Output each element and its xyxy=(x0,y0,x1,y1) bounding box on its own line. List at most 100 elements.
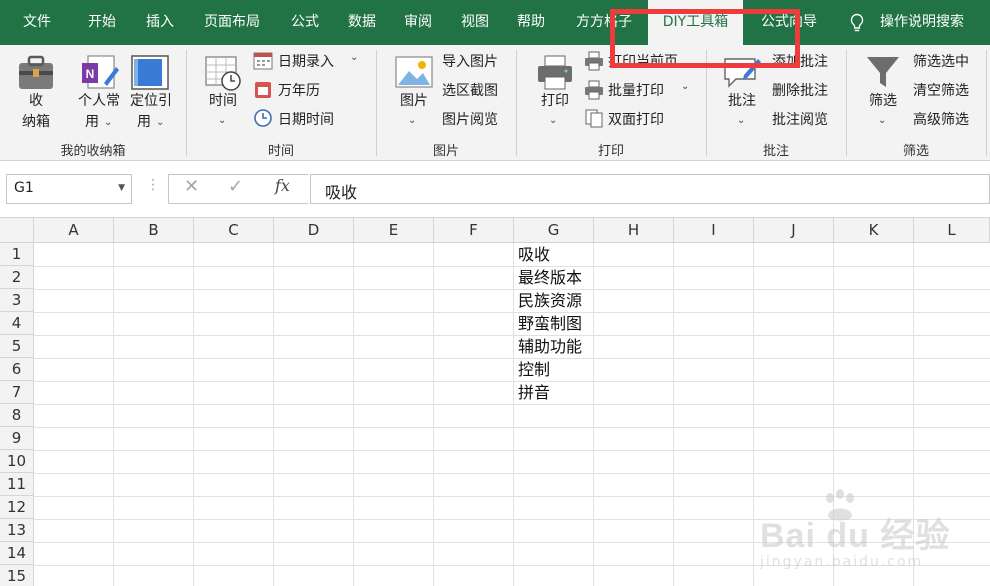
perpetual-calendar-icon xyxy=(255,82,271,98)
column-header-i[interactable]: I xyxy=(674,218,754,243)
locate-button-label-1[interactable]: 定位引 xyxy=(126,91,176,112)
print-current-page-button[interactable]: 打印当前页 xyxy=(608,51,678,71)
tab-review[interactable]: 审阅 xyxy=(394,0,442,45)
cancel-icon[interactable]: ✕ xyxy=(184,176,199,197)
cell-g1[interactable]: 吸收 xyxy=(514,243,594,266)
row-header[interactable]: 10 xyxy=(0,450,34,473)
personal-dropdown-icon[interactable]: ⌄ xyxy=(104,117,112,128)
calendar-clock-icon xyxy=(205,56,241,91)
tab-file[interactable]: 文件 xyxy=(13,0,61,45)
column-header-h[interactable]: H xyxy=(594,218,674,243)
duplex-print-button[interactable]: 双面打印 xyxy=(608,109,664,129)
column-header-d[interactable]: D xyxy=(274,218,354,243)
tab-formula-wizard[interactable]: 公式向导 xyxy=(751,0,827,45)
clear-filter-button[interactable]: 清空筛选 xyxy=(913,80,969,100)
row-header[interactable]: 14 xyxy=(0,542,34,565)
comment-dropdown-icon[interactable]: ⌄ xyxy=(737,115,745,126)
selection-screenshot-button[interactable]: 选区截图 xyxy=(442,80,498,100)
tab-insert[interactable]: 插入 xyxy=(136,0,184,45)
row-header[interactable]: 12 xyxy=(0,496,34,519)
tab-home[interactable]: 开始 xyxy=(78,0,126,45)
tab-fangfang[interactable]: 方方格子 xyxy=(566,0,642,45)
row-header[interactable]: 4 xyxy=(0,312,34,335)
row-header[interactable]: 7 xyxy=(0,381,34,404)
cell-g2[interactable]: 最终版本 xyxy=(514,266,594,289)
batch-print-dropdown-icon[interactable]: ⌄ xyxy=(681,81,689,92)
locate-reference-icon xyxy=(131,55,169,90)
print-dropdown-icon[interactable]: ⌄ xyxy=(549,115,557,126)
toolbox-icon xyxy=(19,55,53,89)
picture-browse-button[interactable]: 图片阅览 xyxy=(442,109,498,129)
insert-function-icon[interactable]: fx xyxy=(275,176,290,195)
cell-g5[interactable]: 辅助功能 xyxy=(514,335,594,358)
column-header-f[interactable]: F xyxy=(434,218,514,243)
more-options-icon[interactable]: ⋮ xyxy=(146,177,160,193)
tab-view[interactable]: 视图 xyxy=(451,0,499,45)
row-header[interactable]: 8 xyxy=(0,404,34,427)
date-entry-icon xyxy=(253,52,273,70)
storage-button-label-2[interactable]: 纳箱 xyxy=(14,112,58,133)
locate-dropdown-icon[interactable]: ⌄ xyxy=(156,117,164,128)
time-button-label[interactable]: 时间 xyxy=(202,91,244,112)
time-dropdown-icon[interactable]: ⌄ xyxy=(218,115,226,126)
row-header[interactable]: 15 xyxy=(0,565,34,586)
column-header-e[interactable]: E xyxy=(354,218,434,243)
row-header[interactable]: 13 xyxy=(0,519,34,542)
column-header-k[interactable]: K xyxy=(834,218,914,243)
picture-dropdown-icon[interactable]: ⌄ xyxy=(408,115,416,126)
add-comment-button[interactable]: 添加批注 xyxy=(772,51,828,71)
tell-me-search[interactable]: 操作说明搜索 xyxy=(880,0,990,45)
print-current-page-icon xyxy=(585,51,603,71)
filter-selected-button[interactable]: 筛选选中 xyxy=(913,51,969,71)
ribbon-tab-bar: 文件 开始 插入 页面布局 公式 数据 审阅 视图 帮助 方方格子 DIY工具箱… xyxy=(0,0,990,45)
select-all-corner[interactable] xyxy=(0,218,34,243)
tab-page-layout[interactable]: 页面布局 xyxy=(196,0,268,45)
formula-input[interactable]: 吸收 xyxy=(310,174,990,204)
personal-button-label-1[interactable]: 个人常 xyxy=(72,91,126,112)
row-header[interactable]: 6 xyxy=(0,358,34,381)
import-picture-button[interactable]: 导入图片 xyxy=(442,51,498,71)
tab-formulas[interactable]: 公式 xyxy=(281,0,329,45)
column-header-b[interactable]: B xyxy=(114,218,194,243)
cell-g4[interactable]: 野蛮制图 xyxy=(514,312,594,335)
browse-comments-button[interactable]: 批注阅览 xyxy=(772,109,828,129)
storage-button-label-1[interactable]: 收 xyxy=(14,91,58,112)
print-button-label[interactable]: 打印 xyxy=(535,91,575,112)
group-separator xyxy=(986,50,987,156)
ribbon-panel: 收 纳箱 N 个人常 用 ⌄ 定位引 用 ⌄ 我的收纳箱 时间 ⌄ 日期录入 ⌄… xyxy=(0,45,990,161)
tab-help[interactable]: 帮助 xyxy=(507,0,555,45)
batch-print-button[interactable]: 批量打印 xyxy=(608,80,664,100)
chevron-down-icon[interactable]: ▼ xyxy=(118,183,125,193)
cell-g7[interactable]: 拼音 xyxy=(514,381,594,404)
picture-button-label[interactable]: 图片 xyxy=(394,91,434,112)
column-header-g[interactable]: G xyxy=(514,218,594,243)
tab-data[interactable]: 数据 xyxy=(338,0,386,45)
name-box[interactable]: G1 ▼ xyxy=(6,174,132,204)
delete-comment-button[interactable]: 删除批注 xyxy=(772,80,828,100)
comment-button-label[interactable]: 批注 xyxy=(722,91,762,112)
formula-bar: G1 ▼ ⋮ ✕ ✓ fx 吸收 xyxy=(0,162,990,214)
row-header[interactable]: 2 xyxy=(0,266,34,289)
tab-diy-toolbox[interactable]: DIY工具箱 xyxy=(648,0,743,45)
column-header-j[interactable]: J xyxy=(754,218,834,243)
column-header-c[interactable]: C xyxy=(194,218,274,243)
column-header-l[interactable]: L xyxy=(914,218,990,243)
datetime-button[interactable]: 日期时间 xyxy=(278,109,334,129)
filter-button-label[interactable]: 筛选 xyxy=(863,91,903,112)
group-label-print: 打印 xyxy=(597,144,624,159)
row-header[interactable]: 3 xyxy=(0,289,34,312)
row-header[interactable]: 11 xyxy=(0,473,34,496)
row-header[interactable]: 5 xyxy=(0,335,34,358)
row-header[interactable]: 9 xyxy=(0,427,34,450)
confirm-icon[interactable]: ✓ xyxy=(228,176,243,197)
cell-g3[interactable]: 民族资源 xyxy=(514,289,594,312)
date-entry-dropdown-icon[interactable]: ⌄ xyxy=(350,52,358,63)
column-header-a[interactable]: A xyxy=(34,218,114,243)
perpetual-calendar-button[interactable]: 万年历 xyxy=(278,80,320,100)
cell-g6[interactable]: 控制 xyxy=(514,358,594,381)
date-entry-button[interactable]: 日期录入 xyxy=(278,51,334,71)
filter-dropdown-icon[interactable]: ⌄ xyxy=(878,115,886,126)
row-header[interactable]: 1 xyxy=(0,243,34,266)
picture-icon xyxy=(395,56,433,88)
advanced-filter-button[interactable]: 高级筛选 xyxy=(913,109,969,129)
